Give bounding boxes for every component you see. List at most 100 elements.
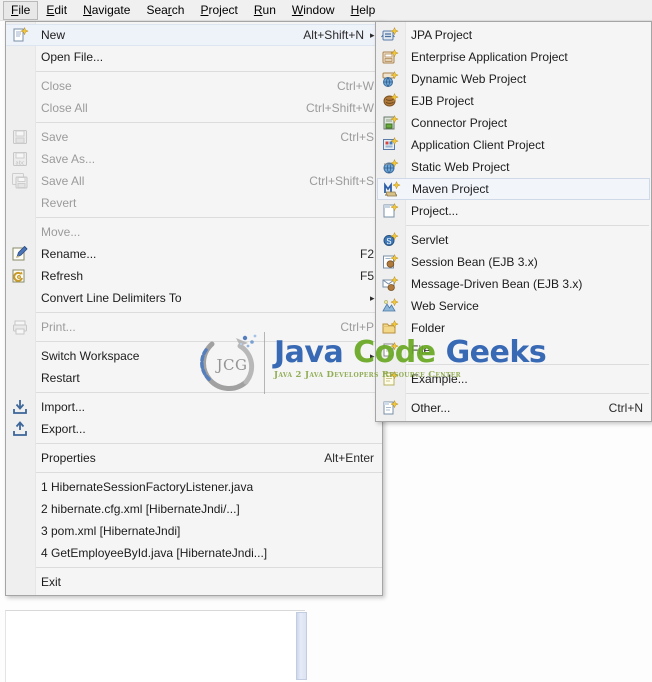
- new-submenu-item-jpa-project[interactable]: JPA Project: [376, 24, 651, 46]
- new-submenu-item-file[interactable]: File: [376, 339, 651, 361]
- menu-item-accelerator: Ctrl+P: [340, 320, 374, 334]
- submenu-arrow-icon: ▸: [370, 292, 375, 303]
- file-menu-item-print: Print... Ctrl+P: [6, 316, 382, 338]
- file-menu-item-properties[interactable]: Properties Alt+Enter: [6, 447, 382, 469]
- menu-separator: [36, 472, 382, 473]
- new-submenu-item-message-driven-bean-ejb-3-x[interactable]: Message-Driven Bean (EJB 3.x): [376, 273, 651, 295]
- file-menu-item-switch-workspace[interactable]: Switch Workspace ▸: [6, 345, 382, 367]
- servlet-icon: S: [381, 231, 399, 249]
- editor-area: [5, 610, 305, 682]
- menu-item-label: Save All: [41, 174, 85, 188]
- menu-item-label: Export...: [41, 422, 86, 436]
- menubar-item-search[interactable]: Search: [138, 1, 192, 20]
- menubar-item-window[interactable]: Window: [284, 1, 343, 20]
- new-submenu-item-ejb-project[interactable]: EJB Project: [376, 90, 651, 112]
- submenu-arrow-icon: ▸: [370, 29, 375, 40]
- menu-item-accelerator: Ctrl+Shift+W: [305, 101, 374, 115]
- menu-item-accelerator: Ctrl+Shift+S: [309, 174, 374, 188]
- menu-item-label: Example...: [411, 372, 468, 386]
- file-menu-item-close: Close Ctrl+W: [6, 75, 382, 97]
- save-all-icon: [11, 172, 29, 190]
- vertical-scrollbar[interactable]: [296, 612, 307, 680]
- file-menu-item-2-hibernate-cfg-xml-hibernatejndi[interactable]: 2 hibernate.cfg.xml [HibernateJndi/...]: [6, 498, 382, 520]
- menu-item-label: Folder: [411, 321, 446, 335]
- menu-separator: [36, 567, 382, 568]
- menu-item-label: Close All: [41, 101, 88, 115]
- menu-item-label: Save As...: [41, 152, 96, 166]
- maven-project-icon: [383, 180, 401, 198]
- new-submenu-item-maven-project[interactable]: Maven Project: [377, 178, 650, 200]
- file-icon: [381, 341, 399, 359]
- new-submenu-item-enterprise-application-project[interactable]: Enterprise Application Project: [376, 46, 651, 68]
- menu-item-label: Print...: [41, 320, 76, 334]
- new-submenu-item-application-client-project[interactable]: Application Client Project: [376, 134, 651, 156]
- new-submenu-item-dynamic-web-project[interactable]: Dynamic Web Project: [376, 68, 651, 90]
- menu-separator: [36, 312, 382, 313]
- file-menu-item-refresh[interactable]: Refresh F5: [6, 265, 382, 287]
- new-submenu-item-other[interactable]: Other... Ctrl+N: [376, 397, 651, 419]
- file-menu-item-new[interactable]: New Alt+Shift+N ▸: [6, 24, 382, 46]
- new-file-icon: [11, 26, 29, 44]
- menu-item-accelerator: F2: [359, 247, 374, 261]
- file-menu-item-import[interactable]: Import...: [6, 396, 382, 418]
- menu-item-accelerator: Alt+Enter: [324, 451, 374, 465]
- menubar-item-run[interactable]: Run: [246, 1, 284, 20]
- file-menu-item-open-file[interactable]: Open File...: [6, 46, 382, 68]
- new-submenu-item-folder[interactable]: Folder: [376, 317, 651, 339]
- menu-separator: [36, 122, 382, 123]
- menu-separator: [406, 364, 649, 365]
- menu-item-label: Properties: [41, 451, 96, 465]
- menubar-item-edit[interactable]: Edit: [38, 1, 75, 20]
- menu-item-label: Switch Workspace: [41, 349, 140, 363]
- new-submenu-item-web-service[interactable]: Web Service: [376, 295, 651, 317]
- menu-separator: [36, 443, 382, 444]
- new-submenu-item-example[interactable]: Example...: [376, 368, 651, 390]
- menu-item-label: Exit: [41, 575, 62, 589]
- menu-separator: [36, 341, 382, 342]
- menu-item-label: EJB Project: [411, 94, 474, 108]
- menu-item-accelerator: Ctrl+S: [340, 130, 374, 144]
- menubar-item-file[interactable]: File: [3, 0, 39, 20]
- file-menu-item-exit[interactable]: Exit: [6, 571, 382, 593]
- file-menu-item-4-getemployeebyid-java-hibernatejndi[interactable]: 4 GetEmployeeById.java [HibernateJndi...…: [6, 542, 382, 564]
- menu-item-label: Servlet: [411, 233, 449, 247]
- file-menu-item-3-pom-xml-hibernatejndi[interactable]: 3 pom.xml [HibernateJndi]: [6, 520, 382, 542]
- file-menu-item-rename[interactable]: Rename... F2: [6, 243, 382, 265]
- dynamic-web-project-icon: [381, 70, 399, 88]
- menubar-item-navigate[interactable]: Navigate: [75, 1, 138, 20]
- new-submenu-item-servlet[interactable]: S Servlet: [376, 229, 651, 251]
- new-submenu-item-connector-project[interactable]: Connector Project: [376, 112, 651, 134]
- save-icon: [11, 128, 29, 146]
- svg-text:S: S: [386, 237, 391, 246]
- menu-item-label: Rename...: [41, 247, 97, 261]
- menu-item-label: Other...: [411, 401, 451, 415]
- session-bean-icon: [381, 253, 399, 271]
- menu-item-label: Application Client Project: [411, 138, 545, 152]
- new-submenu-item-project[interactable]: Project...: [376, 200, 651, 222]
- menu-bar: File Edit Navigate Search Project Run Window He…: [0, 0, 652, 21]
- file-menu-item-save-as: abc Save As...: [6, 148, 382, 170]
- jpa-project-icon: [381, 26, 399, 44]
- menu-item-accelerator: F5: [359, 269, 374, 283]
- enterprise-app-project-icon: [381, 48, 399, 66]
- menu-separator: [406, 225, 649, 226]
- file-menu-item-restart[interactable]: Restart: [6, 367, 382, 389]
- menu-item-label: New: [41, 28, 66, 42]
- new-submenu-item-static-web-project[interactable]: Static Web Project: [376, 156, 651, 178]
- file-menu-item-export[interactable]: Export...: [6, 418, 382, 440]
- menu-item-accelerator: Ctrl+N: [608, 401, 643, 415]
- menu-item-label: Maven Project: [412, 182, 489, 196]
- menubar-item-help[interactable]: Help: [343, 1, 384, 20]
- menu-item-label: File: [411, 343, 431, 357]
- menu-item-label: 1 HibernateSessionFactoryListener.java: [41, 480, 254, 494]
- menu-item-label: JPA Project: [411, 28, 473, 42]
- file-menu-item-save-all: Save All Ctrl+Shift+S: [6, 170, 382, 192]
- file-menu-item-close-all: Close All Ctrl+Shift+W: [6, 97, 382, 119]
- file-menu-item-convert-line-delimiters-to[interactable]: Convert Line Delimiters To ▸: [6, 287, 382, 309]
- menu-separator: [36, 71, 382, 72]
- menubar-item-project[interactable]: Project: [192, 1, 245, 20]
- web-service-icon: [381, 297, 399, 315]
- new-submenu-item-session-bean-ejb-3-x[interactable]: Session Bean (EJB 3.x): [376, 251, 651, 273]
- ejb-project-icon: [381, 92, 399, 110]
- file-menu-item-1-hibernatesessionfactorylistener-java[interactable]: 1 HibernateSessionFactoryListener.java: [6, 476, 382, 498]
